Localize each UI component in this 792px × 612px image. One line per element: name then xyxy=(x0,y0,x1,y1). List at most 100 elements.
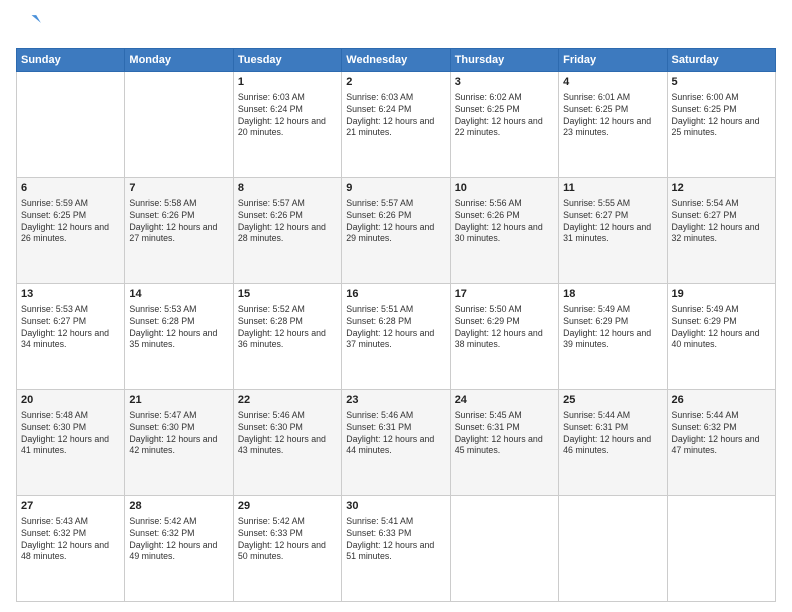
day-number: 18 xyxy=(563,287,662,302)
day-cell: 8 Sunrise: 5:57 AM Sunset: 6:26 PM Daylig… xyxy=(233,178,341,284)
day-cell: 19 Sunrise: 5:49 AM Sunset: 6:29 PM Dayli… xyxy=(667,284,775,390)
day-info: Sunrise: 5:44 AM Sunset: 6:31 PM Dayligh… xyxy=(563,410,662,458)
day-info: Sunrise: 5:58 AM Sunset: 6:26 PM Dayligh… xyxy=(129,198,228,246)
day-cell: 30 Sunrise: 5:41 AM Sunset: 6:33 PM Dayli… xyxy=(342,496,450,602)
day-cell: 6 Sunrise: 5:59 AM Sunset: 6:25 PM Daylig… xyxy=(17,178,125,284)
day-header-friday: Friday xyxy=(559,49,667,72)
day-info: Sunrise: 5:42 AM Sunset: 6:32 PM Dayligh… xyxy=(129,516,228,564)
day-info: Sunrise: 5:41 AM Sunset: 6:33 PM Dayligh… xyxy=(346,516,445,564)
day-info: Sunrise: 5:49 AM Sunset: 6:29 PM Dayligh… xyxy=(563,304,662,352)
day-cell: 4Sunrise: 6:01 AM Sunset: 6:25 PM Daylig… xyxy=(559,72,667,178)
day-info: Sunrise: 5:49 AM Sunset: 6:29 PM Dayligh… xyxy=(672,304,771,352)
day-info: Sunrise: 5:55 AM Sunset: 6:27 PM Dayligh… xyxy=(563,198,662,246)
day-number: 10 xyxy=(455,181,554,196)
day-number: 4 xyxy=(563,75,662,90)
day-info: Sunrise: 5:54 AM Sunset: 6:27 PM Dayligh… xyxy=(672,198,771,246)
day-info: Sunrise: 5:47 AM Sunset: 6:30 PM Dayligh… xyxy=(129,410,228,458)
day-number: 25 xyxy=(563,393,662,408)
day-header-tuesday: Tuesday xyxy=(233,49,341,72)
calendar-header: SundayMondayTuesdayWednesdayThursdayFrid… xyxy=(17,49,776,72)
day-header-monday: Monday xyxy=(125,49,233,72)
day-info: Sunrise: 5:44 AM Sunset: 6:32 PM Dayligh… xyxy=(672,410,771,458)
day-number: 19 xyxy=(672,287,771,302)
day-header-saturday: Saturday xyxy=(667,49,775,72)
day-info: Sunrise: 5:57 AM Sunset: 6:26 PM Dayligh… xyxy=(238,198,337,246)
day-cell: 2 Sunrise: 6:03 AM Sunset: 6:24 PM Daylig… xyxy=(342,72,450,178)
day-cell: 1 Sunrise: 6:03 AM Sunset: 6:24 PM Daylig… xyxy=(233,72,341,178)
day-cell: 23 Sunrise: 5:46 AM Sunset: 6:31 PM Dayli… xyxy=(342,390,450,496)
day-number: 5 xyxy=(672,75,771,90)
day-number: 1 xyxy=(238,75,337,90)
day-cell: 12Sunrise: 5:54 AM Sunset: 6:27 PM Dayli… xyxy=(667,178,775,284)
day-cell: 5Sunrise: 6:00 AM Sunset: 6:25 PM Daylig… xyxy=(667,72,775,178)
day-number: 27 xyxy=(21,499,120,514)
day-cell: 10 Sunrise: 5:56 AM Sunset: 6:26 PM Dayli… xyxy=(450,178,558,284)
day-info: Sunrise: 5:52 AM Sunset: 6:28 PM Dayligh… xyxy=(238,304,337,352)
day-cell xyxy=(559,496,667,602)
day-info: Sunrise: 5:45 AM Sunset: 6:31 PM Dayligh… xyxy=(455,410,554,458)
day-cell: 7 Sunrise: 5:58 AM Sunset: 6:26 PM Daylig… xyxy=(125,178,233,284)
day-cell xyxy=(125,72,233,178)
day-info: Sunrise: 5:53 AM Sunset: 6:27 PM Dayligh… xyxy=(21,304,120,352)
calendar-table: SundayMondayTuesdayWednesdayThursdayFrid… xyxy=(16,48,776,602)
day-cell: 26Sunrise: 5:44 AM Sunset: 6:32 PM Dayli… xyxy=(667,390,775,496)
day-info: Sunrise: 5:50 AM Sunset: 6:29 PM Dayligh… xyxy=(455,304,554,352)
day-number: 24 xyxy=(455,393,554,408)
day-info: Sunrise: 5:46 AM Sunset: 6:31 PM Dayligh… xyxy=(346,410,445,458)
day-info: Sunrise: 5:56 AM Sunset: 6:26 PM Dayligh… xyxy=(455,198,554,246)
week-row-1: 1 Sunrise: 6:03 AM Sunset: 6:24 PM Daylig… xyxy=(17,72,776,178)
day-info: Sunrise: 5:42 AM Sunset: 6:33 PM Dayligh… xyxy=(238,516,337,564)
calendar-body: 1 Sunrise: 6:03 AM Sunset: 6:24 PM Daylig… xyxy=(17,72,776,602)
logo-icon xyxy=(16,12,44,40)
day-number: 2 xyxy=(346,75,445,90)
day-number: 14 xyxy=(129,287,228,302)
day-cell: 29 Sunrise: 5:42 AM Sunset: 6:33 PM Dayli… xyxy=(233,496,341,602)
day-cell: 22 Sunrise: 5:46 AM Sunset: 6:30 PM Dayli… xyxy=(233,390,341,496)
logo xyxy=(16,12,48,40)
day-cell xyxy=(667,496,775,602)
day-cell: 28 Sunrise: 5:42 AM Sunset: 6:32 PM Dayli… xyxy=(125,496,233,602)
day-number: 16 xyxy=(346,287,445,302)
day-cell xyxy=(450,496,558,602)
day-cell: 15Sunrise: 5:52 AM Sunset: 6:28 PM Dayli… xyxy=(233,284,341,390)
week-row-3: 13 Sunrise: 5:53 AM Sunset: 6:27 PM Dayli… xyxy=(17,284,776,390)
day-cell: 3 Sunrise: 6:02 AM Sunset: 6:25 PM Daylig… xyxy=(450,72,558,178)
day-header-thursday: Thursday xyxy=(450,49,558,72)
week-row-4: 20Sunrise: 5:48 AM Sunset: 6:30 PM Dayli… xyxy=(17,390,776,496)
day-cell xyxy=(17,72,125,178)
day-cell: 25 Sunrise: 5:44 AM Sunset: 6:31 PM Dayli… xyxy=(559,390,667,496)
day-header-sunday: Sunday xyxy=(17,49,125,72)
day-info: Sunrise: 6:02 AM Sunset: 6:25 PM Dayligh… xyxy=(455,92,554,140)
day-number: 29 xyxy=(238,499,337,514)
day-number: 11 xyxy=(563,181,662,196)
day-info: Sunrise: 5:57 AM Sunset: 6:26 PM Dayligh… xyxy=(346,198,445,246)
day-info: Sunrise: 6:03 AM Sunset: 6:24 PM Dayligh… xyxy=(346,92,445,140)
day-number: 23 xyxy=(346,393,445,408)
day-info: Sunrise: 5:46 AM Sunset: 6:30 PM Dayligh… xyxy=(238,410,337,458)
day-number: 30 xyxy=(346,499,445,514)
day-cell: 27 Sunrise: 5:43 AM Sunset: 6:32 PM Dayli… xyxy=(17,496,125,602)
day-number: 6 xyxy=(21,181,120,196)
day-cell: 17 Sunrise: 5:50 AM Sunset: 6:29 PM Dayli… xyxy=(450,284,558,390)
day-number: 22 xyxy=(238,393,337,408)
day-number: 28 xyxy=(129,499,228,514)
page: SundayMondayTuesdayWednesdayThursdayFrid… xyxy=(0,0,792,612)
day-number: 3 xyxy=(455,75,554,90)
day-cell: 20Sunrise: 5:48 AM Sunset: 6:30 PM Dayli… xyxy=(17,390,125,496)
day-info: Sunrise: 5:53 AM Sunset: 6:28 PM Dayligh… xyxy=(129,304,228,352)
day-info: Sunrise: 5:48 AM Sunset: 6:30 PM Dayligh… xyxy=(21,410,120,458)
day-info: Sunrise: 5:59 AM Sunset: 6:25 PM Dayligh… xyxy=(21,198,120,246)
week-row-5: 27 Sunrise: 5:43 AM Sunset: 6:32 PM Dayli… xyxy=(17,496,776,602)
day-info: Sunrise: 5:43 AM Sunset: 6:32 PM Dayligh… xyxy=(21,516,120,564)
day-number: 7 xyxy=(129,181,228,196)
day-cell: 13 Sunrise: 5:53 AM Sunset: 6:27 PM Dayli… xyxy=(17,284,125,390)
day-number: 17 xyxy=(455,287,554,302)
day-cell: 11 Sunrise: 5:55 AM Sunset: 6:27 PM Dayli… xyxy=(559,178,667,284)
day-info: Sunrise: 6:03 AM Sunset: 6:24 PM Dayligh… xyxy=(238,92,337,140)
day-number: 13 xyxy=(21,287,120,302)
day-cell: 14 Sunrise: 5:53 AM Sunset: 6:28 PM Dayli… xyxy=(125,284,233,390)
day-number: 8 xyxy=(238,181,337,196)
day-info: Sunrise: 5:51 AM Sunset: 6:28 PM Dayligh… xyxy=(346,304,445,352)
day-cell: 16 Sunrise: 5:51 AM Sunset: 6:28 PM Dayli… xyxy=(342,284,450,390)
header xyxy=(16,12,776,40)
